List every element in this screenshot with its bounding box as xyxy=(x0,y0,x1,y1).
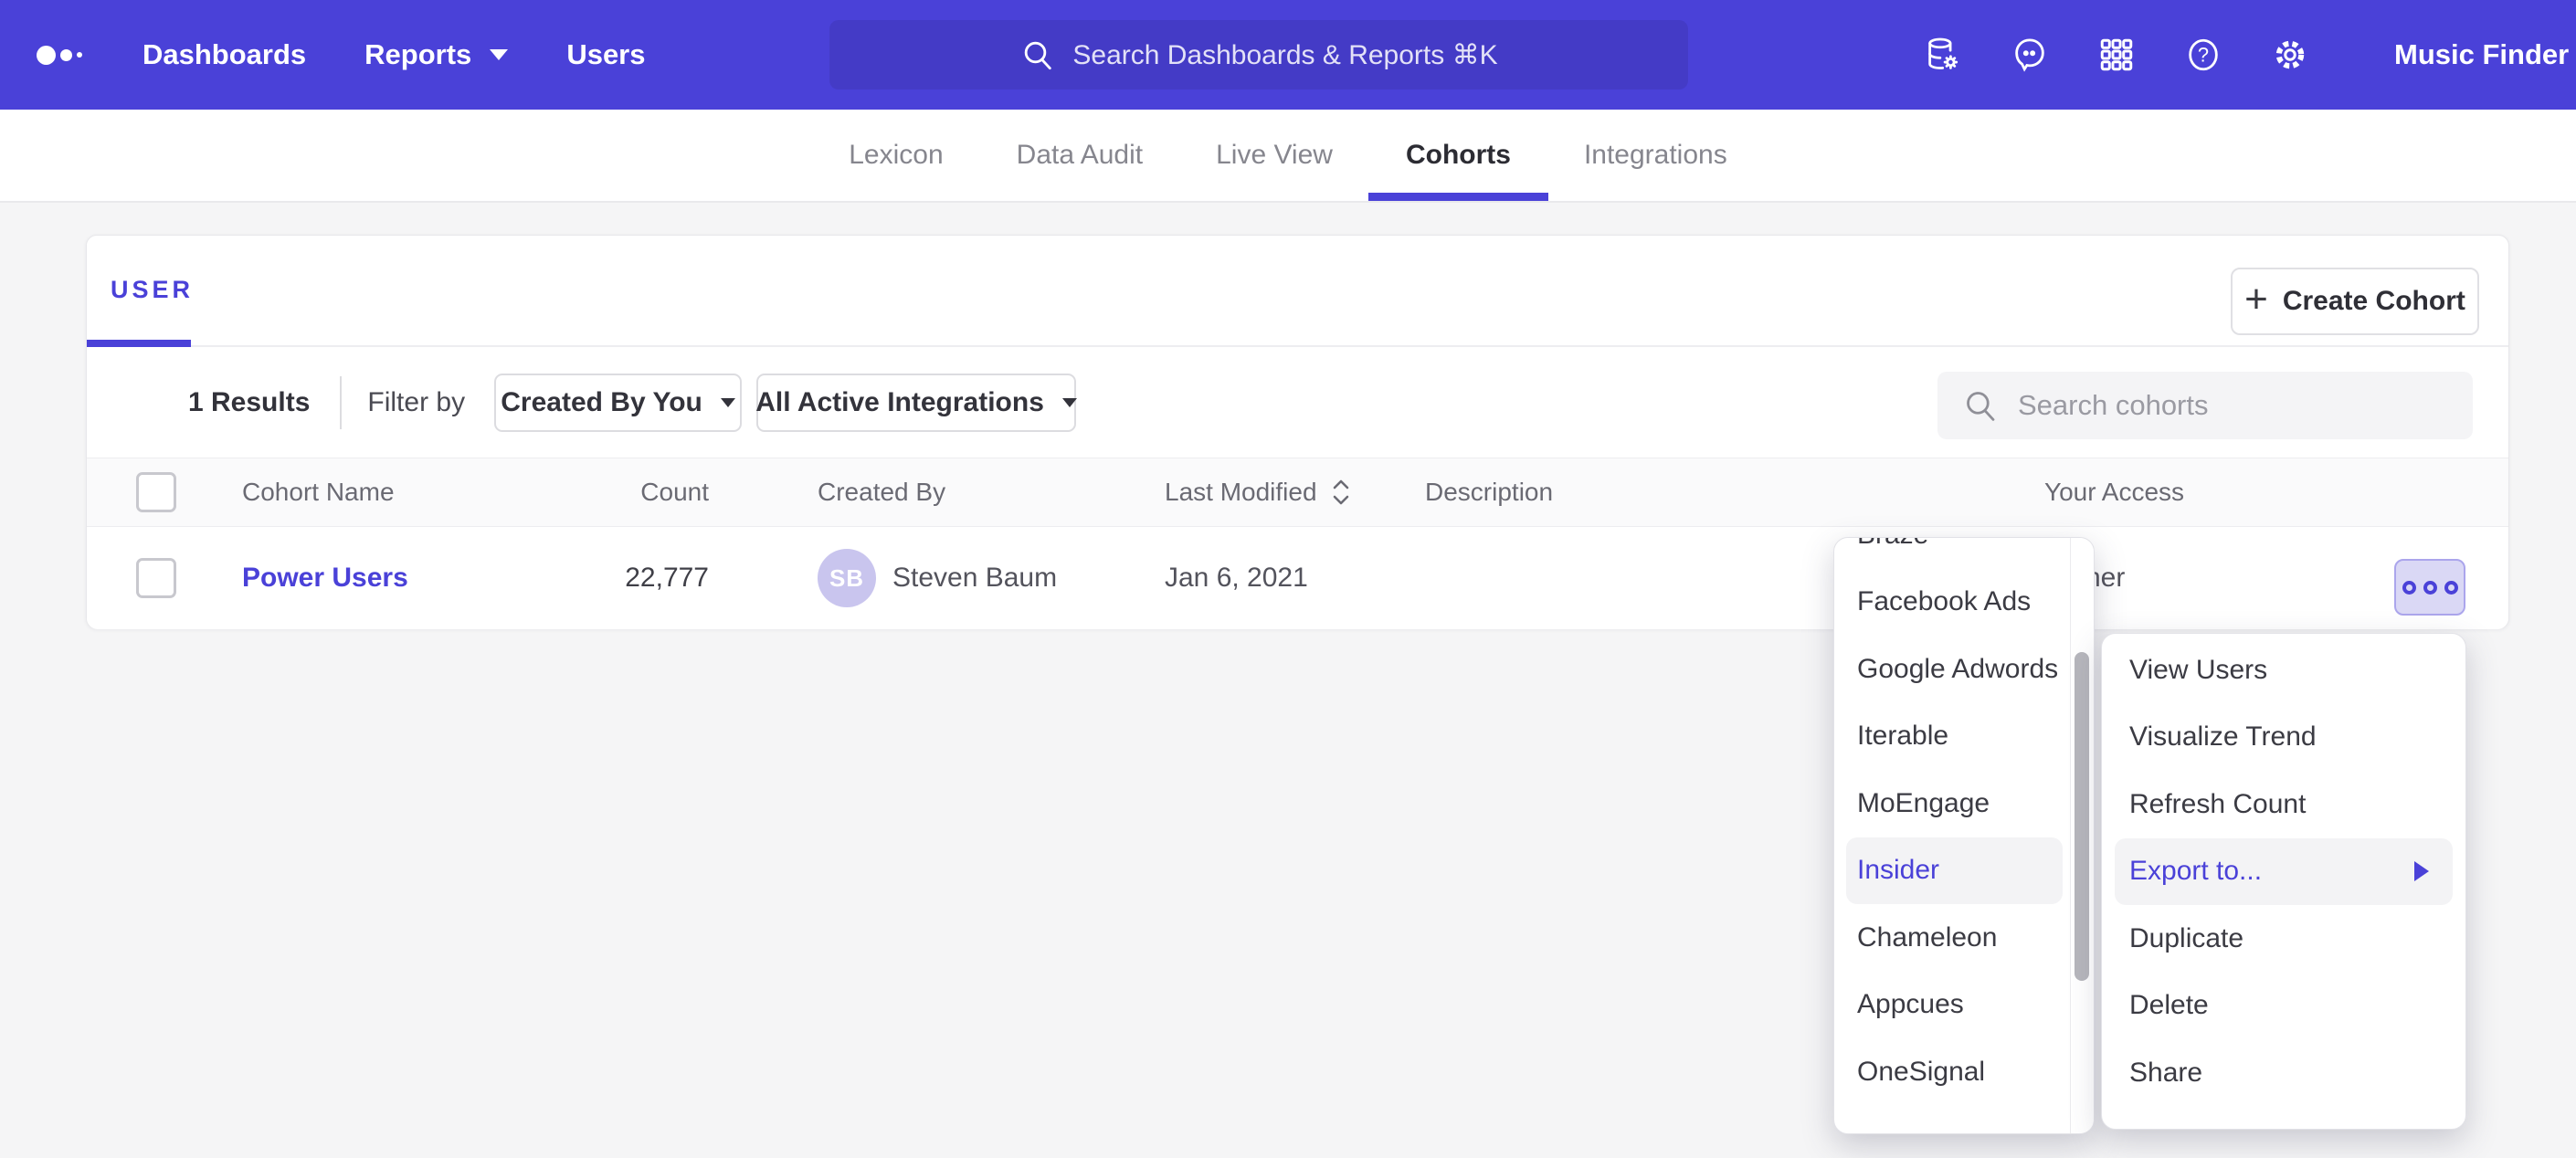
context-menu-list: View Users Visualize Trend Refresh Count… xyxy=(2102,634,2465,1107)
col-count[interactable]: Count xyxy=(480,458,709,526)
menu-item-duplicate[interactable]: Duplicate xyxy=(2102,905,2465,973)
more-options-icon xyxy=(2402,581,2416,595)
tab-cohorts[interactable]: Cohorts xyxy=(1406,110,1511,201)
avatar: SB xyxy=(818,549,876,607)
menu-item-view-users[interactable]: View Users xyxy=(2102,637,2465,704)
top-right-actions: ? Music Finder xyxy=(1924,0,2576,110)
row-checkbox[interactable] xyxy=(136,558,176,598)
cohort-type-tabbar: USER + Create Cohort xyxy=(87,236,2508,347)
col-cohort-name[interactable]: Cohort Name xyxy=(242,458,395,526)
svg-text:?: ? xyxy=(2198,44,2209,67)
table-header: Cohort Name Count Created By Last Modifi… xyxy=(87,458,2508,527)
tab-user-cohorts[interactable]: USER xyxy=(111,276,194,304)
last-modified-date: Jan 6, 2021 xyxy=(1165,563,1308,594)
menu-item-google-adwords[interactable]: Google Adwords xyxy=(1834,636,2094,703)
menu-item-export-to[interactable]: Export to... xyxy=(2115,838,2453,906)
tab-integrations[interactable]: Integrations xyxy=(1584,110,1727,201)
active-tab-underline xyxy=(87,340,191,347)
cohort-count: 22,777 xyxy=(625,563,709,594)
created-by-name: Steven Baum xyxy=(892,563,1057,594)
col-description[interactable]: Description xyxy=(1425,458,1553,526)
project-switcher[interactable]: Music Finder xyxy=(2394,38,2576,71)
menu-item-chameleon[interactable]: Chameleon xyxy=(1834,904,2094,972)
results-count: 1 Results xyxy=(188,387,310,418)
scrollbar-thumb[interactable] xyxy=(2075,652,2089,981)
menu-item-share[interactable]: Share xyxy=(2102,1039,2465,1107)
project-name: Music Finder xyxy=(2394,38,2569,71)
export-destinations-list: Braze Facebook Ads Google Adwords Iterab… xyxy=(1834,537,2094,1106)
row-actions-button[interactable] xyxy=(2394,559,2465,616)
menu-item-iterable[interactable]: Iterable xyxy=(1834,703,2094,771)
integrations-filter-dropdown[interactable]: All Active Integrations xyxy=(756,374,1076,432)
filter-bar: 1 Results Filter by Created By You All A… xyxy=(87,347,2508,458)
tab-live-view[interactable]: Live View xyxy=(1216,110,1333,201)
search-icon xyxy=(1019,37,1056,73)
top-nav-bar: Dashboards Reports Users Search Dashboar… xyxy=(0,0,2576,110)
cohort-search-box xyxy=(1937,372,2473,439)
nav-dashboards[interactable]: Dashboards xyxy=(143,38,306,71)
sort-icon xyxy=(1330,477,1352,508)
global-search-placeholder: Search Dashboards & Reports ⌘K xyxy=(1072,39,1497,71)
nav-reports[interactable]: Reports xyxy=(364,38,508,71)
nav-users[interactable]: Users xyxy=(566,38,645,71)
menu-item-braze[interactable]: Braze xyxy=(1834,537,2094,569)
data-management-tabs: Lexicon Data Audit Live View Cohorts Int… xyxy=(0,110,2576,203)
menu-item-moengage[interactable]: MoEngage xyxy=(1834,770,2094,837)
menu-item-refresh-count[interactable]: Refresh Count xyxy=(2102,771,2465,838)
menu-item-insider[interactable]: Insider xyxy=(1846,837,2063,905)
col-last-modified[interactable]: Last Modified xyxy=(1165,458,1352,526)
cohorts-page: Dashboards Reports Users Search Dashboar… xyxy=(0,0,2576,1158)
created-by-filter-dropdown[interactable]: Created By You xyxy=(494,374,742,432)
feedback-icon[interactable] xyxy=(2011,36,2049,74)
menu-item-visualize-trend[interactable]: Visualize Trend xyxy=(2102,704,2465,772)
col-your-access[interactable]: Your Access xyxy=(2044,458,2184,526)
chevron-down-icon xyxy=(1062,398,1077,407)
cohort-context-menu: View Users Visualize Trend Refresh Count… xyxy=(2101,633,2466,1130)
cohort-search-input[interactable] xyxy=(2018,389,2438,422)
select-all-checkbox[interactable] xyxy=(136,472,176,512)
cohorts-card: USER + Create Cohort 1 Results Filter by… xyxy=(86,235,2509,629)
apps-grid-icon[interactable] xyxy=(2097,36,2136,74)
global-search-input[interactable]: Search Dashboards & Reports ⌘K xyxy=(829,20,1688,89)
divider xyxy=(340,376,342,429)
data-governance-icon[interactable] xyxy=(1924,36,1962,74)
tab-lexicon[interactable]: Lexicon xyxy=(849,110,943,201)
mixpanel-logo-icon[interactable] xyxy=(37,0,82,110)
help-icon[interactable]: ? xyxy=(2184,36,2222,74)
settings-icon[interactable] xyxy=(2271,36,2309,74)
menu-item-appcues[interactable]: Appcues xyxy=(1834,972,2094,1039)
submenu-arrow-icon xyxy=(2414,861,2429,881)
primary-nav: Dashboards Reports Users xyxy=(143,0,646,110)
chevron-down-icon xyxy=(721,398,735,407)
col-created-by[interactable]: Created By xyxy=(818,458,945,526)
plus-icon: + xyxy=(2244,279,2268,320)
cohort-name-link[interactable]: Power Users xyxy=(242,563,408,594)
tab-data-audit[interactable]: Data Audit xyxy=(1017,110,1143,201)
create-cohort-button[interactable]: + Create Cohort xyxy=(2231,268,2479,335)
filter-by-label: Filter by xyxy=(367,387,465,418)
search-icon xyxy=(1961,386,2000,425)
menu-item-delete[interactable]: Delete xyxy=(2102,973,2465,1040)
scrollbar-track[interactable] xyxy=(2070,538,2094,1133)
table-row[interactable]: Power Users 22,777 SB Steven Baum Jan 6,… xyxy=(87,527,2508,629)
export-destinations-menu: Braze Facebook Ads Google Adwords Iterab… xyxy=(1833,537,2095,1134)
menu-item-facebook-ads[interactable]: Facebook Ads xyxy=(1834,569,2094,637)
menu-item-onesignal[interactable]: OneSignal xyxy=(1834,1038,2094,1106)
chevron-down-icon xyxy=(490,49,508,60)
